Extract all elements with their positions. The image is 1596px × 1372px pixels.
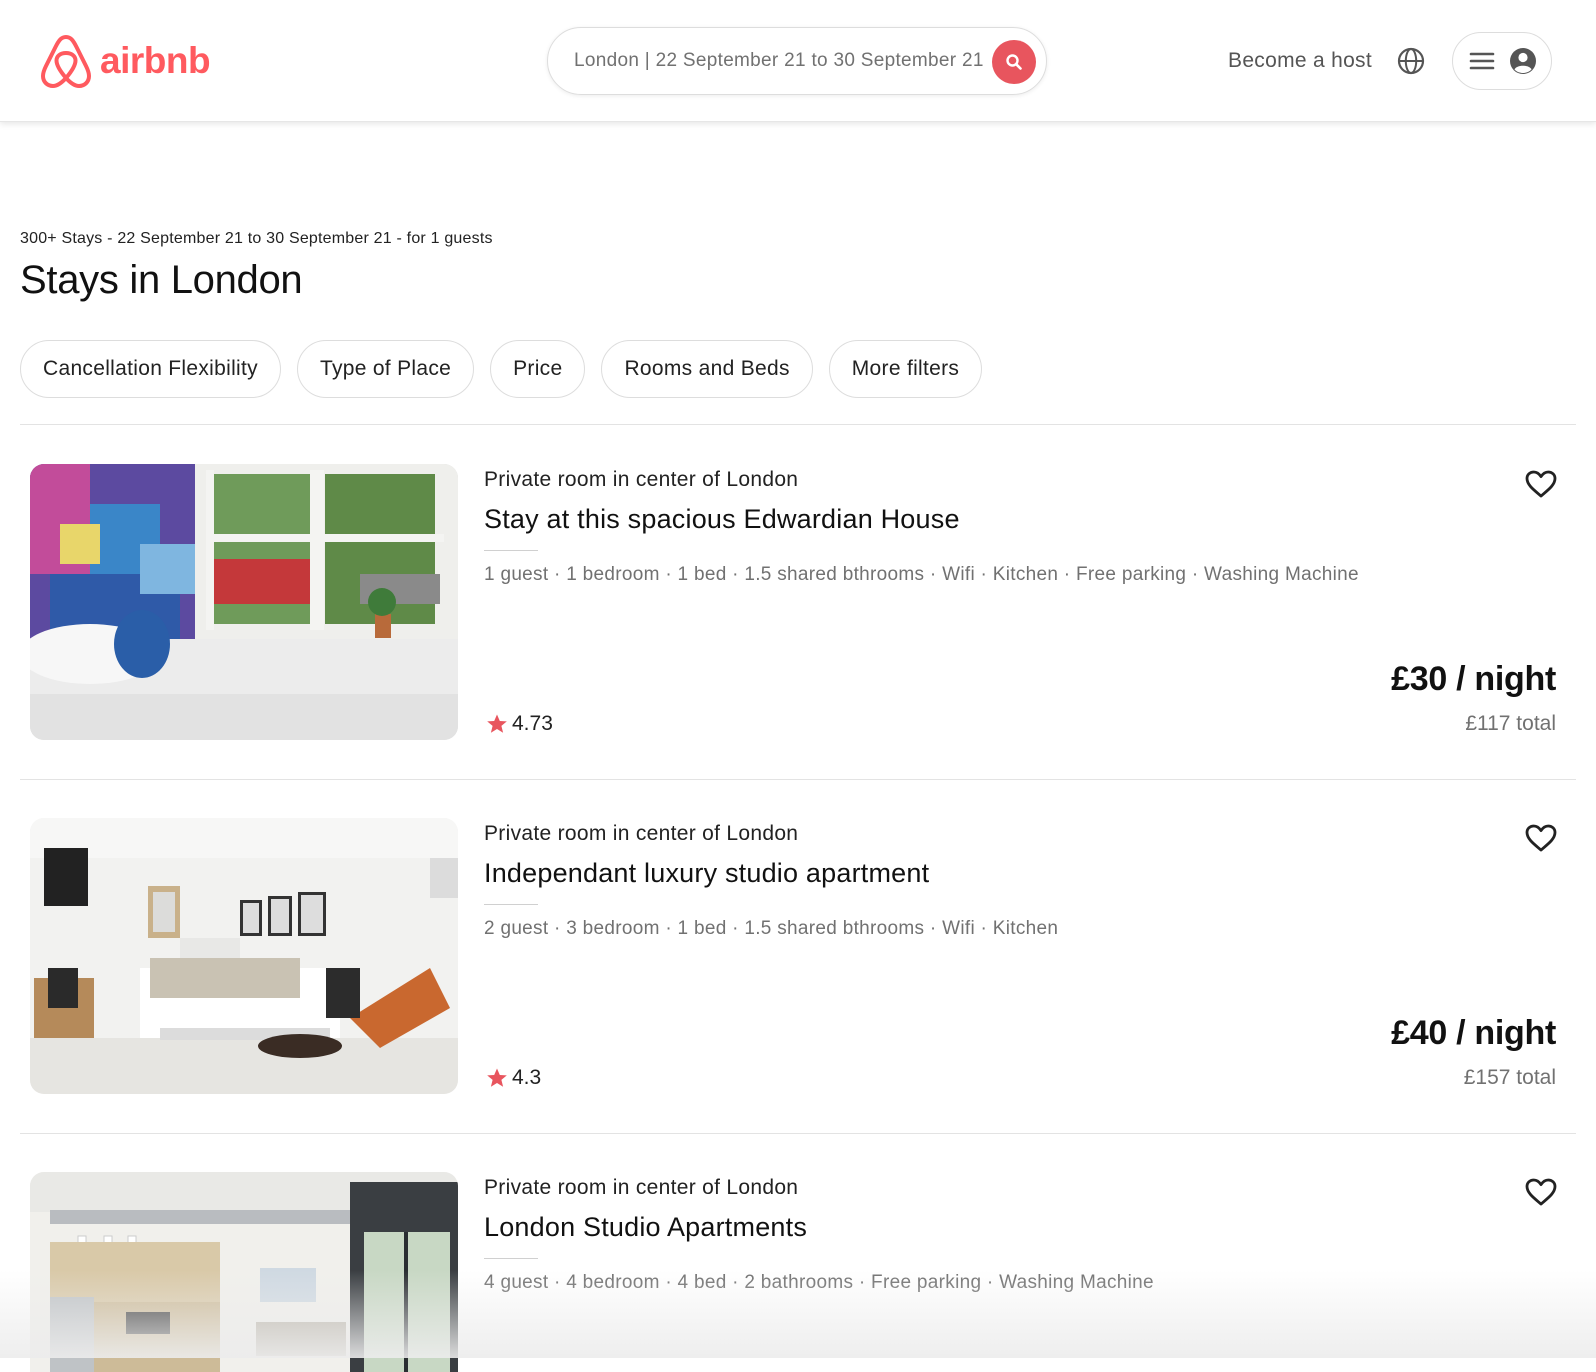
filter-cancellation-flexibility[interactable]: Cancellation Flexibility — [20, 340, 281, 398]
filter-bar: Cancellation Flexibility Type of Place P… — [20, 340, 983, 398]
top-nav-bar: airbnb London | 22 September 21 to 30 Se… — [0, 0, 1596, 122]
search-input[interactable]: London | 22 September 21 to 30 September… — [574, 50, 984, 72]
listing-card[interactable]: Private room in center of London Indepen… — [20, 818, 1576, 1094]
listing-card[interactable]: Private room in center of London London … — [20, 1172, 1576, 1372]
airbnb-logo[interactable]: airbnb — [40, 32, 211, 90]
listing-photo[interactable] — [30, 464, 458, 740]
airbnb-logo-icon — [41, 35, 91, 88]
price-per-night: £30 / night — [1391, 660, 1556, 698]
studio-kitchen-photo — [30, 1172, 458, 1372]
listing-amenities: 4 guest · 4 bedroom · 4 bed · 2 bathroom… — [484, 1272, 1154, 1293]
listing-divider — [20, 779, 1576, 780]
listing-rating: 4.73 — [486, 712, 553, 736]
filter-more-filters[interactable]: More filters — [828, 340, 983, 398]
user-avatar-icon — [1510, 48, 1536, 74]
filter-type-of-place[interactable]: Type of Place — [296, 340, 475, 398]
listing-divider — [20, 1133, 1576, 1134]
filter-rooms-and-beds[interactable]: Rooms and Beds — [601, 340, 813, 398]
star-icon — [487, 714, 507, 733]
hamburger-menu-icon — [1469, 52, 1495, 70]
listing-photo[interactable] — [30, 1172, 458, 1372]
page-title: Stays in London — [20, 258, 303, 302]
price-total: £157 total — [1463, 1066, 1556, 1089]
become-a-host-link[interactable]: Become a host — [1228, 49, 1372, 73]
price-per-night: £40 / night — [1391, 1014, 1556, 1052]
listing-photo[interactable] — [30, 818, 458, 1094]
listing-rating: 4.3 — [486, 1066, 541, 1090]
listing-card[interactable]: Private room in center of London Stay at… — [20, 464, 1576, 740]
filter-price[interactable]: Price — [490, 340, 586, 398]
listing-amenities: 2 guest · 3 bedroom · 1 bed · 1.5 shared… — [484, 918, 1059, 939]
user-menu-button[interactable] — [1452, 32, 1552, 90]
globe-icon[interactable] — [1396, 46, 1426, 76]
title-divider — [484, 904, 538, 905]
section-divider — [20, 424, 1576, 425]
search-bar[interactable]: London | 22 September 21 to 30 September… — [547, 27, 1047, 95]
rating-value: 4.3 — [512, 1066, 542, 1089]
results-summary: 300+ Stays - 22 September 21 to 30 Septe… — [20, 230, 493, 247]
listing-amenities: 1 guest · 1 bedroom · 1 bed · 1.5 shared… — [484, 564, 1359, 585]
heart-icon[interactable] — [1524, 468, 1558, 500]
heart-icon[interactable] — [1524, 822, 1558, 854]
studio-bedroom-photo — [30, 818, 458, 1094]
listing-title[interactable]: London Studio Apartments — [484, 1212, 807, 1243]
listing-subtitle: Private room in center of London — [484, 468, 799, 491]
title-divider — [484, 550, 538, 551]
listing-subtitle: Private room in center of London — [484, 1176, 799, 1199]
price-total: £117 total — [1465, 712, 1556, 735]
search-icon — [1006, 54, 1022, 70]
search-button[interactable] — [992, 40, 1036, 84]
rating-value: 4.73 — [512, 712, 553, 735]
nav-right-group: Become a host — [1228, 32, 1552, 90]
brand-wordmark: airbnb — [100, 40, 211, 81]
bedroom-window-photo — [30, 464, 458, 740]
listing-title[interactable]: Stay at this spacious Edwardian House — [484, 504, 960, 535]
listing-subtitle: Private room in center of London — [484, 822, 799, 845]
listing-title[interactable]: Independant luxury studio apartment — [484, 858, 929, 889]
star-icon — [487, 1068, 507, 1087]
heart-icon[interactable] — [1524, 1176, 1558, 1208]
title-divider — [484, 1258, 538, 1259]
